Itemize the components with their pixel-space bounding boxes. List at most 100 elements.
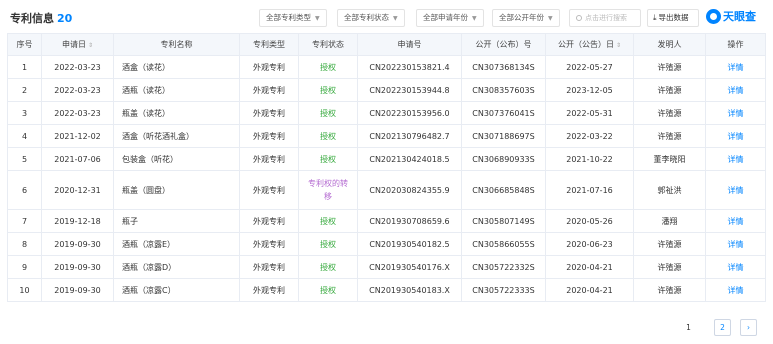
patent-type-cell: 外观专利 xyxy=(239,232,299,256)
patent-type: 外观专利 xyxy=(253,216,285,226)
inventor-cell: 许殖源 xyxy=(633,101,706,125)
logo-text: 天眼查 xyxy=(723,10,756,23)
detail-link[interactable]: 详情 xyxy=(728,186,744,195)
apply-number-cell: CN202130424018.5 xyxy=(357,147,462,171)
patent-name-cell: 瓶盖（读花） xyxy=(113,101,240,125)
inventor: 许殖源 xyxy=(657,108,682,118)
table-row: 7 2019-12-18 瓶子 外观专利 授权 CN201930708659.6 CN305… xyxy=(7,209,766,233)
table-row: 9 2019-09-30 酒瓶（凉露D） 外观专利 授权 CN201930540176.X… xyxy=(7,255,766,279)
publication-number-cell: CN307368134S xyxy=(461,55,546,79)
publication-number: CN305807149S xyxy=(472,216,535,226)
row-number: 3 xyxy=(21,108,28,118)
filter-apply-year[interactable]: 全部申请年份 ▼ xyxy=(416,9,484,27)
apply-number-cell: CN202230153944.8 xyxy=(357,78,462,102)
row-number: 1 xyxy=(21,62,28,72)
chevron-down-icon: ▼ xyxy=(315,15,320,22)
filter-label: 全部专利状态 xyxy=(344,13,389,22)
col-header-pub-date[interactable]: 公开（公告）日 ⇕ xyxy=(545,33,634,56)
detail-link[interactable]: 详情 xyxy=(728,263,744,272)
patent-name-cell: 酒瓶（读花） xyxy=(113,78,240,102)
detail-link[interactable]: 详情 xyxy=(728,240,744,249)
detail-link[interactable]: 详情 xyxy=(728,86,744,95)
patent-type-cell: 外观专利 xyxy=(239,78,299,102)
patent-type-cell: 外观专利 xyxy=(239,124,299,148)
apply-date: 2021-07-06 xyxy=(54,154,101,164)
detail-link-cell: 详情 xyxy=(705,101,766,125)
patent-status: 授权 xyxy=(320,239,336,249)
detail-link[interactable]: 详情 xyxy=(728,132,744,141)
publication-number: CN307188697S xyxy=(472,131,535,141)
apply-number-cell: CN202230153821.4 xyxy=(357,55,462,79)
publication-date: 2020-06-23 xyxy=(566,239,613,249)
detail-link-cell: 详情 xyxy=(705,209,766,233)
apply-date-cell: 2019-09-30 xyxy=(41,278,114,302)
patent-status-cell: 授权 xyxy=(298,147,358,171)
table-row: 6 2020-12-31 瓶盖（圆盘） 外观专利 专利权的转移 CN20203082435… xyxy=(7,170,766,210)
row-number-cell: 9 xyxy=(7,255,42,279)
patent-type: 外观专利 xyxy=(253,239,285,249)
detail-link[interactable]: 详情 xyxy=(728,63,744,72)
detail-link-cell: 详情 xyxy=(705,55,766,79)
apply-number-cell: CN201930540183.X xyxy=(357,278,462,302)
filter-patent-type[interactable]: 全部专利类型 ▼ xyxy=(259,9,327,27)
page-2-button[interactable]: 2 xyxy=(714,319,731,336)
patent-status-cell: 授权 xyxy=(298,278,358,302)
table-row: 2 2022-03-23 酒瓶（读花） 外观专利 授权 CN202230153944.8 C… xyxy=(7,78,766,102)
patent-status-cell: 授权 xyxy=(298,124,358,148)
patent-type-cell: 外观专利 xyxy=(239,278,299,302)
patent-type: 外观专利 xyxy=(253,185,285,195)
patent-status: 专利权的转移 xyxy=(308,179,348,201)
detail-link-cell: 详情 xyxy=(705,124,766,148)
patent-name-cell: 酒盒（听花酒礼盒） xyxy=(113,124,240,148)
row-number: 4 xyxy=(21,131,28,141)
patent-status: 授权 xyxy=(320,154,336,164)
publication-date-cell: 2020-05-26 xyxy=(545,209,634,233)
apply-number: CN201930540176.X xyxy=(369,262,450,272)
col-header-pub-no: 公开（公布）号 xyxy=(461,33,546,56)
detail-link[interactable]: 详情 xyxy=(728,109,744,118)
apply-date: 2021-12-02 xyxy=(54,131,101,141)
patent-status-cell: 授权 xyxy=(298,101,358,125)
publication-number: CN306890933S xyxy=(472,154,535,164)
patent-name-cell: 酒瓶（凉露D） xyxy=(113,255,240,279)
col-header-action: 操作 xyxy=(705,33,766,56)
publication-date-cell: 2021-10-22 xyxy=(545,147,634,171)
publication-number-cell: CN306890933S xyxy=(461,147,546,171)
row-number-cell: 6 xyxy=(7,170,42,210)
filter-publish-year[interactable]: 全部公开年份 ▼ xyxy=(492,9,560,27)
inventor: 郭祉洪 xyxy=(657,185,682,195)
chevron-down-icon: ▼ xyxy=(472,15,477,22)
sort-icon[interactable]: ⇕ xyxy=(616,42,621,49)
publication-number-cell: CN306685848S xyxy=(461,170,546,210)
inventor: 许殖源 xyxy=(657,85,682,95)
detail-link[interactable]: 详情 xyxy=(728,155,744,164)
publication-date: 2020-05-26 xyxy=(566,216,613,226)
inventor: 许殖源 xyxy=(657,239,682,249)
detail-link[interactable]: 详情 xyxy=(728,286,744,295)
col-header-type: 专利类型 xyxy=(239,33,299,56)
detail-link[interactable]: 详情 xyxy=(728,217,744,226)
row-number-cell: 2 xyxy=(7,78,42,102)
apply-number: CN201930708659.6 xyxy=(369,216,450,226)
detail-link-cell: 详情 xyxy=(705,147,766,171)
section-title-text: 专利信息 xyxy=(10,12,54,25)
filter-patent-status[interactable]: 全部专利状态 ▼ xyxy=(337,9,405,27)
apply-date: 2022-03-23 xyxy=(54,108,101,118)
col-header-apply-date[interactable]: 申请日 ⇕ xyxy=(41,33,114,56)
publication-date-cell: 2022-03-22 xyxy=(545,124,634,148)
export-button[interactable]: ⤓ 导出数据 xyxy=(647,9,699,27)
page-1-button[interactable]: 1 xyxy=(680,319,697,336)
download-icon: ⤓ xyxy=(653,13,657,22)
patent-status-cell: 授权 xyxy=(298,232,358,256)
detail-link-cell: 详情 xyxy=(705,78,766,102)
apply-number: CN202030824355.9 xyxy=(369,185,450,195)
publication-number: CN305722333S xyxy=(472,285,535,295)
patent-name-cell: 瓶盖（圆盘） xyxy=(113,170,240,210)
row-number-cell: 5 xyxy=(7,147,42,171)
apply-date-cell: 2019-09-30 xyxy=(41,255,114,279)
patent-status-cell: 授权 xyxy=(298,255,358,279)
publication-number-cell: CN305722332S xyxy=(461,255,546,279)
sort-icon[interactable]: ⇕ xyxy=(88,42,93,49)
search-input[interactable]: 点击进行搜索 xyxy=(569,9,641,27)
next-page-button[interactable]: › xyxy=(740,319,757,336)
